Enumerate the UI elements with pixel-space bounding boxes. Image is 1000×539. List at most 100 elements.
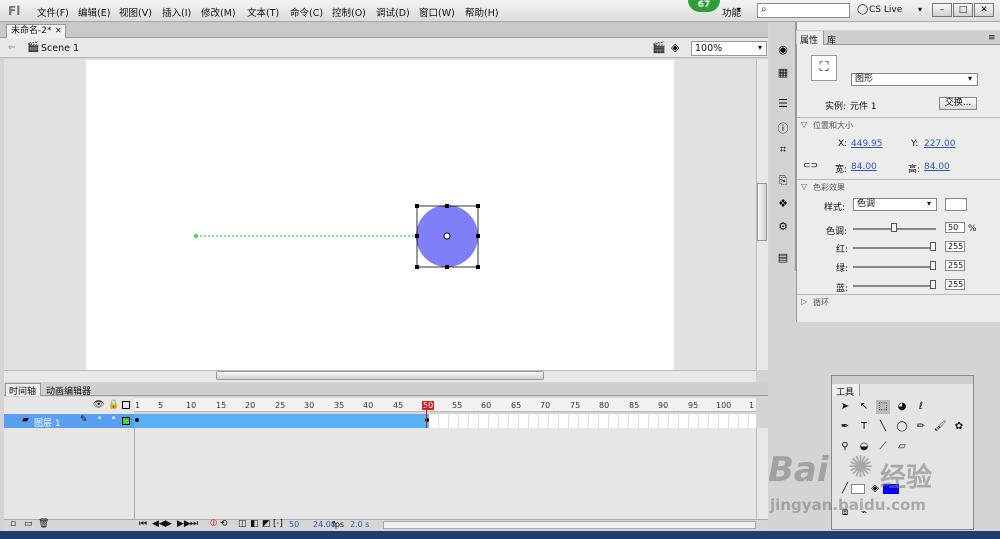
link-icon[interactable]: ⊂⊃ (803, 161, 818, 171)
green-value[interactable]: 255 (945, 260, 965, 271)
timeline-hscroll[interactable] (383, 521, 756, 529)
minimize-button[interactable]: – (932, 3, 952, 17)
pen-tool-icon[interactable]: ✒ (838, 420, 852, 434)
tween-frames[interactable] (134, 414, 429, 428)
section-arrow-icon[interactable]: ▷ (801, 297, 807, 306)
section-arrow-icon[interactable]: ▽ (801, 182, 807, 191)
pencil-tool-icon[interactable]: ✏ (914, 420, 928, 434)
loop-icon[interactable]: ⟲ (220, 519, 228, 529)
color-icon[interactable]: ◉ (775, 43, 791, 57)
section-position-size[interactable]: 位置和大小 (813, 120, 853, 131)
panel-menu-icon[interactable]: ≡ (988, 33, 996, 43)
step-back-icon[interactable]: ◀◀ (152, 519, 166, 529)
swatches-icon[interactable]: ▦ (775, 66, 791, 80)
text-tool-icon[interactable]: T (857, 420, 871, 434)
playhead-number[interactable]: 50 (422, 401, 435, 410)
vertical-scroll-thumb[interactable] (757, 183, 767, 241)
red-slider[interactable] (853, 247, 936, 249)
red-value[interactable]: 255 (945, 241, 965, 252)
x-value[interactable]: 449.95 (851, 139, 883, 149)
3d-rotation-tool-icon[interactable]: ◕ (895, 400, 909, 414)
search-input[interactable] (757, 3, 850, 18)
lock-icon[interactable]: 🔒 (108, 400, 119, 410)
free-transform-tool-icon[interactable]: ⬚ (876, 400, 890, 414)
eraser-tool-icon[interactable]: ▱ (895, 440, 909, 454)
instance-label: 实例: (825, 102, 847, 112)
new-layer-icon[interactable]: ▫ (10, 519, 16, 529)
width-value[interactable]: 84.00 (851, 162, 877, 172)
edit-multiple-icon[interactable]: ◩ (262, 519, 271, 529)
outline-color-swatch[interactable] (122, 417, 130, 425)
section-loop[interactable]: 循环 (813, 297, 829, 308)
section-color-effect[interactable]: 色彩效果 (813, 182, 845, 193)
new-folder-icon[interactable]: ▭ (24, 519, 33, 529)
center-frame-icon[interactable]: ⦷ (210, 519, 217, 529)
subselection-tool-icon[interactable]: ↖ (857, 400, 871, 414)
onion-outline-icon[interactable]: ◧ (250, 519, 259, 529)
tint-color-swatch[interactable] (945, 198, 967, 211)
scene-panel-icon[interactable]: ▤ (775, 251, 791, 265)
height-value[interactable]: 84.00 (924, 162, 950, 172)
current-frame[interactable]: 50 (289, 520, 299, 529)
code-snippet-icon[interactable]: ⎘ (775, 174, 791, 188)
tools-title[interactable]: 工具 (836, 385, 854, 398)
horizontal-scroll-thumb[interactable] (216, 371, 544, 380)
close-button[interactable]: ✕ (974, 3, 994, 17)
tint-value[interactable]: 50 (945, 222, 965, 233)
red-slider-knob[interactable] (930, 242, 936, 251)
ruler-number: 65 (511, 401, 522, 410)
timeline-vscroll[interactable] (756, 428, 768, 519)
onion-skin-icon[interactable]: ◫ (238, 519, 247, 529)
style-select[interactable]: 色调 (853, 198, 937, 211)
eyedropper-tool-icon[interactable]: ⟋ (876, 440, 890, 454)
ruler-number: 55 (452, 401, 463, 410)
empty-frames[interactable] (429, 414, 756, 428)
motion-presets-icon[interactable]: ⚙ (775, 220, 791, 234)
components-icon[interactable]: ❖ (775, 197, 791, 211)
align-icon[interactable]: ☰ (775, 97, 791, 111)
swap-button[interactable]: 交换... (939, 97, 977, 110)
blue-value[interactable]: 255 (945, 279, 965, 290)
onion-markers-icon[interactable]: [·] (273, 519, 283, 529)
section-arrow-icon[interactable]: ▽ (801, 120, 807, 129)
visibility-dot[interactable]: • (97, 414, 102, 424)
green-slider-knob[interactable] (930, 261, 936, 270)
tab-timeline[interactable]: 时间轴 (9, 384, 36, 397)
go-last-icon[interactable]: ⏭ (190, 519, 198, 529)
maximize-button[interactable]: □ (953, 3, 973, 17)
tab-library[interactable]: 库 (827, 33, 836, 46)
play-icon[interactable]: ▶ (165, 519, 172, 529)
tab-motion-editor[interactable]: 动画编辑器 (46, 384, 91, 397)
keyframe-start[interactable] (135, 418, 139, 422)
delete-icon[interactable]: 🗑 (38, 519, 49, 529)
chevron-down-icon[interactable]: ▾ (968, 74, 972, 83)
blue-slider-knob[interactable] (930, 280, 936, 289)
lasso-tool-icon[interactable]: ℓ (914, 400, 928, 414)
ruler-number: 75 (570, 401, 581, 410)
info-icon[interactable]: ⓘ (775, 120, 791, 135)
brush-tool-icon[interactable]: 🖌 (933, 420, 947, 434)
transform-icon[interactable]: ⌗ (775, 143, 791, 157)
go-first-icon[interactable]: ⏮ (139, 519, 147, 529)
deco-tool-icon[interactable]: ✿ (952, 420, 966, 434)
y-value[interactable]: 227.00 (924, 139, 956, 149)
lock-dot[interactable]: • (111, 414, 116, 424)
red-label: 红: (836, 245, 849, 255)
outline-icon[interactable] (122, 401, 130, 409)
tint-slider-knob[interactable] (891, 223, 897, 232)
selection-tool-icon[interactable]: ➤ (838, 400, 852, 414)
stage-overlay (194, 204, 480, 269)
chevron-down-icon[interactable]: ▾ (918, 5, 922, 14)
ruler-number: 30 (304, 401, 315, 410)
chevron-down-icon[interactable]: ▾ (927, 199, 931, 208)
stroke-color-swatch[interactable] (851, 484, 865, 494)
cs-live-button[interactable]: CS Live (869, 5, 902, 15)
eye-icon[interactable]: 👁 (93, 400, 104, 410)
symbol-type-select[interactable]: 图形 (851, 73, 978, 86)
green-slider[interactable] (853, 266, 936, 268)
step-forward-icon[interactable]: ▶▶ (177, 519, 191, 529)
blue-slider[interactable] (853, 285, 936, 287)
oval-tool-icon[interactable]: ◯ (895, 420, 909, 434)
tab-properties[interactable]: 属性 (800, 33, 818, 46)
line-tool-icon[interactable]: ╲ (876, 420, 890, 434)
